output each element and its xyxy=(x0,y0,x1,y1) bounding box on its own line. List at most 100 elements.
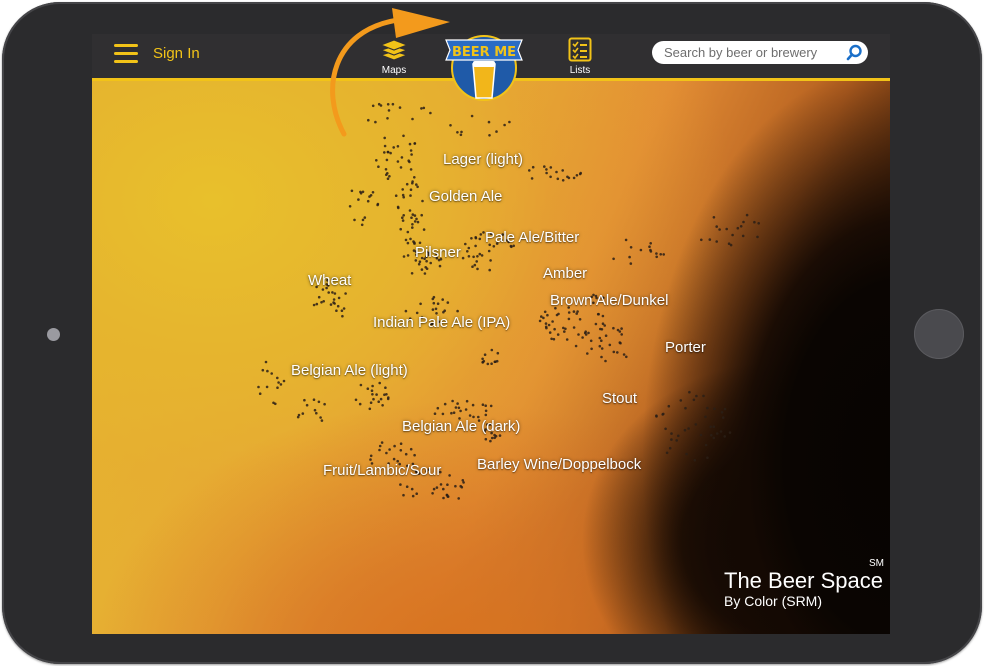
beer-dot[interactable] xyxy=(612,257,615,261)
beer-dot[interactable] xyxy=(572,176,576,180)
beer-dot[interactable] xyxy=(312,398,316,402)
beer-dot[interactable] xyxy=(508,120,511,124)
beer-dot[interactable] xyxy=(348,205,352,208)
beer-dot[interactable] xyxy=(402,255,406,258)
beer-dot[interactable] xyxy=(359,190,362,194)
beer-dot[interactable] xyxy=(446,483,449,487)
beer-dot[interactable] xyxy=(542,316,545,320)
beer-dot[interactable] xyxy=(712,425,716,429)
beer-dot[interactable] xyxy=(378,381,382,385)
style-label-wheat[interactable]: Wheat xyxy=(308,272,351,290)
beer-dot[interactable] xyxy=(411,226,414,229)
beer-dot[interactable] xyxy=(600,339,603,343)
beer-dot[interactable] xyxy=(394,194,398,197)
beer-dot[interactable] xyxy=(331,291,334,294)
beer-dot[interactable] xyxy=(375,393,378,396)
beer-dot[interactable] xyxy=(371,393,374,396)
beer-dot[interactable] xyxy=(454,484,457,488)
beer-dot[interactable] xyxy=(327,291,330,294)
beer-dot[interactable] xyxy=(431,308,435,311)
beer-dot[interactable] xyxy=(408,142,412,146)
beer-dot[interactable] xyxy=(459,133,463,137)
beer-dot[interactable] xyxy=(375,159,378,162)
beer-space-map[interactable]: Lager (light) Golden Ale Pale Ale/Bitter… xyxy=(92,81,890,634)
beer-dot[interactable] xyxy=(429,111,432,115)
style-label-brown-ale[interactable]: Brown Ale/Dunkel xyxy=(550,292,668,310)
beer-dot[interactable] xyxy=(494,360,497,364)
beer-dot[interactable] xyxy=(601,314,605,318)
beer-dot[interactable] xyxy=(312,303,316,307)
beer-dot[interactable] xyxy=(670,432,673,435)
beer-dot[interactable] xyxy=(401,216,404,219)
beer-dot[interactable] xyxy=(342,307,346,310)
beer-dot[interactable] xyxy=(484,413,488,417)
beer-dot[interactable] xyxy=(369,194,373,197)
beer-dot[interactable] xyxy=(665,451,669,455)
beer-dot[interactable] xyxy=(487,120,491,124)
beer-dot[interactable] xyxy=(322,300,325,303)
beer-dot[interactable] xyxy=(404,238,408,242)
maps-nav-button[interactable]: Maps xyxy=(372,37,416,79)
beer-dot[interactable] xyxy=(276,376,279,380)
beer-dot[interactable] xyxy=(411,117,414,121)
beer-dot[interactable] xyxy=(462,481,465,484)
beer-dot[interactable] xyxy=(600,328,604,331)
beer-dot[interactable] xyxy=(555,170,558,174)
style-label-belgian-light[interactable]: Belgian Ale (light) xyxy=(291,362,408,380)
style-label-amber[interactable]: Amber xyxy=(543,265,587,283)
beer-dot[interactable] xyxy=(687,427,690,430)
beer-dot[interactable] xyxy=(270,372,273,375)
beer-dot[interactable] xyxy=(276,386,279,390)
style-label-stout[interactable]: Stout xyxy=(602,390,637,408)
beer-dot[interactable] xyxy=(353,218,356,222)
beer-dot[interactable] xyxy=(401,188,405,191)
beer-dot[interactable] xyxy=(378,448,381,452)
beer-dot[interactable] xyxy=(662,412,665,416)
beer-dot[interactable] xyxy=(552,337,556,341)
beer-dot[interactable] xyxy=(547,323,551,327)
beer-dot[interactable] xyxy=(649,242,652,245)
beer-dot[interactable] xyxy=(423,272,427,275)
beer-dot[interactable] xyxy=(333,292,337,295)
beer-dot[interactable] xyxy=(495,130,498,133)
beer-dot[interactable] xyxy=(706,406,709,410)
beer-dot[interactable] xyxy=(548,331,552,334)
style-label-ipa[interactable]: Indian Pale Ale (IPA) xyxy=(373,314,510,332)
beer-dot[interactable] xyxy=(577,333,580,336)
beer-dot[interactable] xyxy=(464,242,467,246)
beer-dot[interactable] xyxy=(467,246,471,250)
search-input[interactable] xyxy=(664,41,844,64)
beer-dot[interactable] xyxy=(528,169,531,172)
beer-dot[interactable] xyxy=(341,314,344,318)
beer-dot[interactable] xyxy=(620,327,623,330)
beer-dot[interactable] xyxy=(581,336,584,339)
beer-dot[interactable] xyxy=(438,264,442,268)
beer-dot[interactable] xyxy=(420,213,424,217)
beer-dot[interactable] xyxy=(486,362,490,366)
beer-dot[interactable] xyxy=(415,217,418,221)
beer-dot[interactable] xyxy=(612,350,616,354)
beer-dot[interactable] xyxy=(753,220,756,224)
beer-dot[interactable] xyxy=(315,302,319,306)
beer-dot[interactable] xyxy=(467,255,471,258)
beer-dot[interactable] xyxy=(402,214,406,217)
beer-dot[interactable] xyxy=(648,245,651,248)
beer-dot[interactable] xyxy=(416,220,420,224)
beer-dot[interactable] xyxy=(550,337,553,341)
style-label-fruit-lambic[interactable]: Fruit/Lambic/Sour xyxy=(323,462,441,480)
beer-dot[interactable] xyxy=(452,411,456,415)
beer-dot[interactable] xyxy=(655,255,658,259)
beer-dot[interactable] xyxy=(723,407,727,411)
beer-dot[interactable] xyxy=(272,401,275,405)
beer-dot[interactable] xyxy=(411,494,415,498)
beer-dot[interactable] xyxy=(387,109,391,112)
beer-dot[interactable] xyxy=(371,104,375,108)
beer-dot[interactable] xyxy=(380,441,384,444)
beer-dot[interactable] xyxy=(305,403,309,407)
beer-dot[interactable] xyxy=(488,134,491,137)
beer-dot[interactable] xyxy=(399,166,403,169)
beer-dot[interactable] xyxy=(413,453,416,457)
beer-dot[interactable] xyxy=(442,487,445,491)
beer-dot[interactable] xyxy=(389,151,392,155)
beer-dot[interactable] xyxy=(366,387,370,391)
